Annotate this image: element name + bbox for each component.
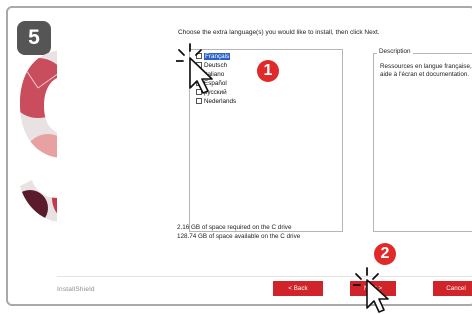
- description-box: [373, 53, 472, 232]
- cursor-click-icon: [353, 267, 389, 313]
- cursor-click-icon: [176, 43, 213, 94]
- annotation-badge-2: 2: [374, 243, 396, 265]
- description-legend: Description: [377, 48, 413, 55]
- language-item-dutch[interactable]: Nederlands: [196, 98, 236, 106]
- cancel-button[interactable]: Cancel: [433, 281, 472, 296]
- space-required-text: 2.16 GB of space required on the C drive: [177, 224, 292, 231]
- divider: [57, 276, 472, 277]
- back-button[interactable]: < Back: [273, 281, 323, 296]
- instruction-text: Choose the extra language(s) you would l…: [178, 29, 380, 36]
- checkbox[interactable]: [196, 98, 202, 105]
- space-available-text: 128.74 GB of space available on the C dr…: [177, 233, 301, 240]
- screenshot-frame: 5 Choose the extra language(s) you would…: [6, 6, 472, 313]
- installshield-label: InstallShield: [57, 286, 95, 293]
- annotation-badge-1: 1: [257, 60, 279, 82]
- description-text: Ressources en langue française, aide à l…: [380, 63, 472, 78]
